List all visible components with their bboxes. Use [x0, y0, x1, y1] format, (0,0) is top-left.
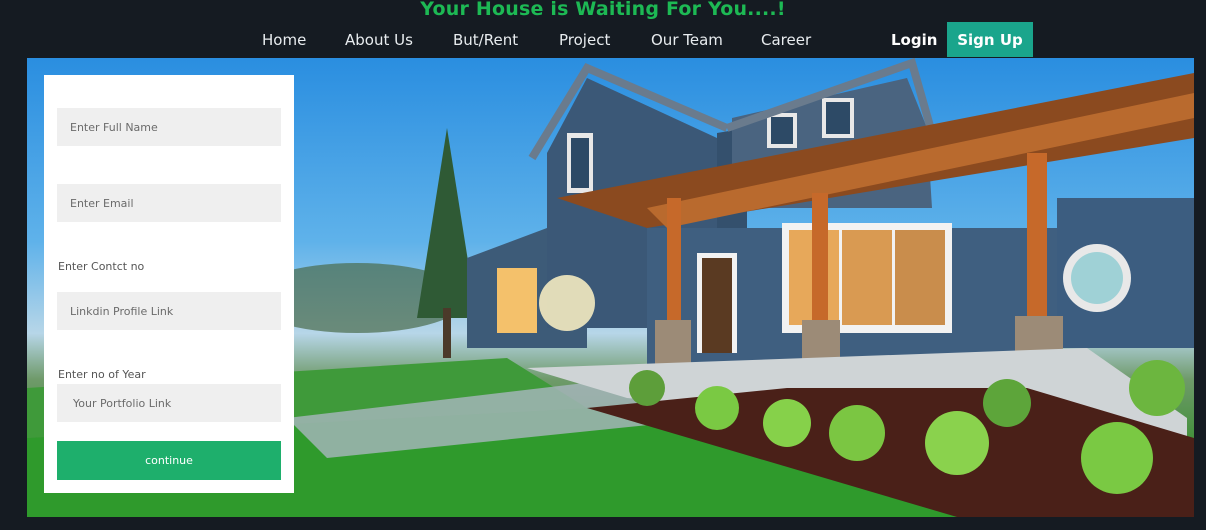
tagline: Your House is Waiting For You....! — [420, 0, 786, 20]
signup-button[interactable]: Sign Up — [947, 22, 1033, 57]
full-name-input[interactable]: Enter Full Name — [57, 108, 281, 146]
signup-form: Enter Full Name Enter Email Enter Contct… — [44, 75, 294, 493]
portfolio-input[interactable]: Your Portfolio Link — [57, 384, 281, 422]
years-label[interactable]: Enter no of Year — [58, 368, 146, 381]
linkedin-input[interactable]: Linkdin Profile Link — [57, 292, 281, 330]
contact-number-label[interactable]: Enter Contct no — [58, 260, 144, 273]
nav-about-us[interactable]: About Us — [345, 30, 413, 50]
nav-home[interactable]: Home — [262, 30, 306, 50]
email-input[interactable]: Enter Email — [57, 184, 281, 222]
login-link[interactable]: Login — [891, 30, 937, 50]
nav-our-team[interactable]: Our Team — [651, 30, 723, 50]
nav-project[interactable]: Project — [559, 30, 610, 50]
continue-button[interactable]: continue — [57, 441, 281, 480]
nav-buy-rent[interactable]: But/Rent — [453, 30, 518, 50]
nav-career[interactable]: Career — [761, 30, 811, 50]
